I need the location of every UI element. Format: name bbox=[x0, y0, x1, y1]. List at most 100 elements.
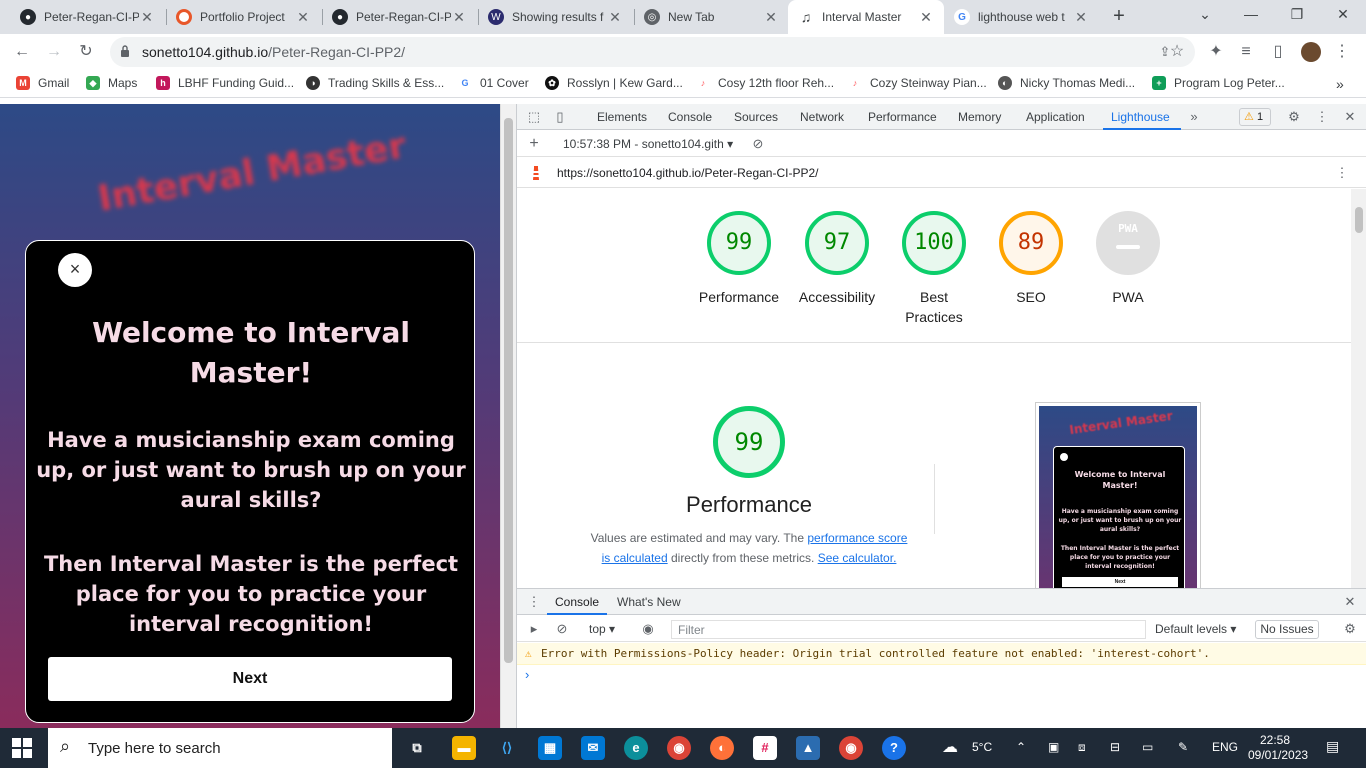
notifications-icon[interactable]: ▤ bbox=[1326, 738, 1339, 755]
see-calculator-link[interactable]: See calculator. bbox=[818, 551, 897, 565]
new-report-icon[interactable]: + bbox=[525, 135, 543, 153]
new-tab-button[interactable]: + bbox=[1108, 6, 1130, 28]
browser-tab[interactable]: W Showing results f ✕ bbox=[478, 0, 633, 34]
browser-tab[interactable]: Portfolio Project ✕ bbox=[166, 0, 321, 34]
close-modal-button[interactable]: × bbox=[58, 253, 92, 287]
profile-avatar[interactable] bbox=[1301, 42, 1321, 62]
photos-icon[interactable]: ▲ bbox=[796, 736, 820, 760]
sidebar-toggle-icon[interactable]: ▸ bbox=[525, 620, 543, 638]
tab-network[interactable]: Network bbox=[800, 110, 844, 124]
bookmark-item[interactable]: ◆ Maps bbox=[86, 76, 137, 90]
store-icon[interactable]: ▦ bbox=[538, 736, 562, 760]
browser-tab-active[interactable]: ♫ Interval Master ✕ bbox=[788, 0, 944, 34]
browser-tab[interactable]: ● Peter-Regan-CI-P ✕ bbox=[322, 0, 477, 34]
settings-gear-icon[interactable]: ⚙ bbox=[1285, 108, 1303, 126]
close-tab-icon[interactable]: ✕ bbox=[1073, 9, 1089, 26]
live-expression-eye-icon[interactable]: ◉ bbox=[639, 620, 657, 638]
tab-elements[interactable]: Elements bbox=[597, 110, 647, 124]
slack-icon[interactable]: # bbox=[753, 736, 777, 760]
file-explorer-icon[interactable]: ▬ bbox=[452, 736, 476, 760]
issues-button[interactable]: No Issues bbox=[1255, 620, 1319, 639]
bookmark-star-icon[interactable]: ☆ bbox=[1167, 42, 1187, 62]
bookmark-item[interactable]: ◐ Nicky Thomas Medi... bbox=[998, 76, 1135, 90]
bookmark-item[interactable]: ♪ Cosy 12th floor Reh... bbox=[696, 76, 834, 90]
bookmark-item[interactable]: h LBHF Funding Guid... bbox=[156, 76, 294, 90]
close-devtools-icon[interactable]: ✕ bbox=[1341, 108, 1359, 126]
score-gauge-seo[interactable]: 89 SEO bbox=[981, 211, 1081, 307]
page-screenshot-thumbnail[interactable]: Interval Master Welcome to Interval Mast… bbox=[1035, 402, 1201, 589]
clear-reports-icon[interactable]: ⊘ bbox=[749, 135, 767, 153]
console-settings-gear-icon[interactable]: ⚙ bbox=[1341, 620, 1359, 638]
bookmark-item[interactable]: ♪ Cozy Steinway Pian... bbox=[848, 76, 987, 90]
close-tab-icon[interactable]: ✕ bbox=[607, 9, 623, 26]
console-prompt[interactable]: › bbox=[525, 667, 529, 682]
scrollbar-thumb[interactable] bbox=[504, 118, 513, 663]
bookmark-item[interactable]: G 01 Cover bbox=[458, 76, 529, 90]
context-selector[interactable]: top ▾ bbox=[589, 622, 615, 636]
close-tab-icon[interactable]: ✕ bbox=[139, 9, 155, 26]
close-drawer-icon[interactable]: ✕ bbox=[1341, 593, 1359, 611]
browser-tab[interactable]: ● Peter-Regan-CI-P ✕ bbox=[10, 0, 165, 34]
mail-icon[interactable]: ✉ bbox=[581, 736, 605, 760]
tab-console[interactable]: Console bbox=[668, 110, 712, 124]
report-menu-icon[interactable]: ⋮ bbox=[1333, 164, 1351, 182]
report-scrollbar[interactable] bbox=[1351, 189, 1366, 589]
clear-console-icon[interactable]: ⊘ bbox=[553, 620, 571, 638]
tab-sources[interactable]: Sources bbox=[734, 110, 778, 124]
console-filter-input[interactable]: Filter bbox=[671, 620, 1146, 639]
show-hidden-icons[interactable]: ⌃ bbox=[1016, 740, 1026, 754]
page-scrollbar[interactable] bbox=[500, 104, 516, 728]
score-gauge-best-practices[interactable]: 100 Best Practices bbox=[884, 211, 984, 327]
report-selector[interactable]: 10:57:38 PM - sonetto104.gith ▾ bbox=[563, 137, 733, 151]
device-toolbar-icon[interactable]: ▯ bbox=[551, 108, 569, 126]
back-arrow-icon[interactable]: ← bbox=[12, 42, 32, 62]
forward-arrow-icon[interactable]: → bbox=[44, 42, 64, 62]
warnings-badge[interactable]: ⚠ 1 bbox=[1239, 108, 1271, 126]
edge-icon[interactable]: e bbox=[624, 736, 648, 760]
menu-kebab-icon[interactable]: ⋮ bbox=[1332, 42, 1352, 62]
score-gauge-accessibility[interactable]: 97 Accessibility bbox=[787, 211, 887, 307]
bookmark-item[interactable]: ✿ Rosslyn | Kew Gard... bbox=[545, 76, 683, 90]
browser-tab[interactable]: ◎ New Tab ✕ bbox=[634, 0, 789, 34]
close-tab-icon[interactable]: ✕ bbox=[295, 9, 311, 26]
weather-temp[interactable]: 5°C bbox=[972, 740, 992, 754]
restore-button[interactable]: ❐ bbox=[1286, 6, 1308, 26]
pen-icon[interactable]: ✎ bbox=[1178, 740, 1188, 754]
more-tabs-icon[interactable]: » bbox=[1185, 108, 1203, 126]
score-gauge-pwa[interactable]: PWA PWA bbox=[1078, 211, 1178, 307]
system-clock[interactable]: 22:58 09/01/2023 bbox=[1248, 733, 1308, 763]
close-tab-icon[interactable]: ✕ bbox=[763, 9, 779, 26]
chrome-icon[interactable]: ◉ bbox=[667, 736, 691, 760]
browser-tab[interactable]: G lighthouse web t ✕ bbox=[944, 0, 1099, 34]
close-tab-icon[interactable]: ✕ bbox=[918, 9, 934, 26]
tab-whats-new[interactable]: What's New bbox=[617, 595, 681, 609]
reload-icon[interactable]: ↻ bbox=[76, 42, 96, 62]
weather-cloud-icon[interactable]: ☁ bbox=[942, 737, 958, 757]
bookmark-item[interactable]: + Program Log Peter... bbox=[1152, 76, 1285, 90]
close-window-button[interactable]: ✕ bbox=[1332, 6, 1354, 26]
tray-icon[interactable]: ⧈ bbox=[1078, 740, 1086, 755]
network-icon[interactable]: ⊟ bbox=[1110, 740, 1120, 754]
tab-application[interactable]: Application bbox=[1026, 110, 1085, 124]
tab-lighthouse[interactable]: Lighthouse bbox=[1111, 110, 1170, 124]
task-view-icon[interactable]: ⧉ bbox=[405, 736, 429, 760]
windows-start-icon[interactable] bbox=[12, 738, 32, 758]
help-icon[interactable]: ? bbox=[882, 736, 906, 760]
drawer-menu-icon[interactable]: ⋮ bbox=[525, 593, 543, 611]
tray-icon[interactable]: ▣ bbox=[1048, 740, 1059, 754]
side-panel-icon[interactable]: ▯ bbox=[1268, 42, 1288, 62]
bookmark-item[interactable]: ◑ Trading Skills & Ess... bbox=[306, 76, 444, 90]
language-indicator[interactable]: ENG bbox=[1212, 740, 1238, 754]
battery-icon[interactable]: ▭ bbox=[1142, 740, 1153, 754]
extensions-icon[interactable]: ✦ bbox=[1206, 42, 1226, 62]
minimize-button[interactable]: — bbox=[1240, 6, 1262, 26]
scrollbar-thumb[interactable] bbox=[1355, 207, 1363, 233]
score-gauge-performance[interactable]: 99 Performance bbox=[689, 211, 789, 307]
address-bar[interactable]: sonetto104.github.io/Peter-Regan-CI-PP2/… bbox=[110, 37, 1195, 67]
bookmark-item[interactable]: M Gmail bbox=[16, 76, 69, 90]
tab-performance[interactable]: Performance bbox=[868, 110, 937, 124]
next-button[interactable]: Next bbox=[48, 657, 452, 701]
tab-memory[interactable]: Memory bbox=[958, 110, 1001, 124]
chrome-active-icon[interactable]: ◉ bbox=[839, 736, 863, 760]
log-levels-dropdown[interactable]: Default levels ▾ bbox=[1155, 622, 1236, 636]
